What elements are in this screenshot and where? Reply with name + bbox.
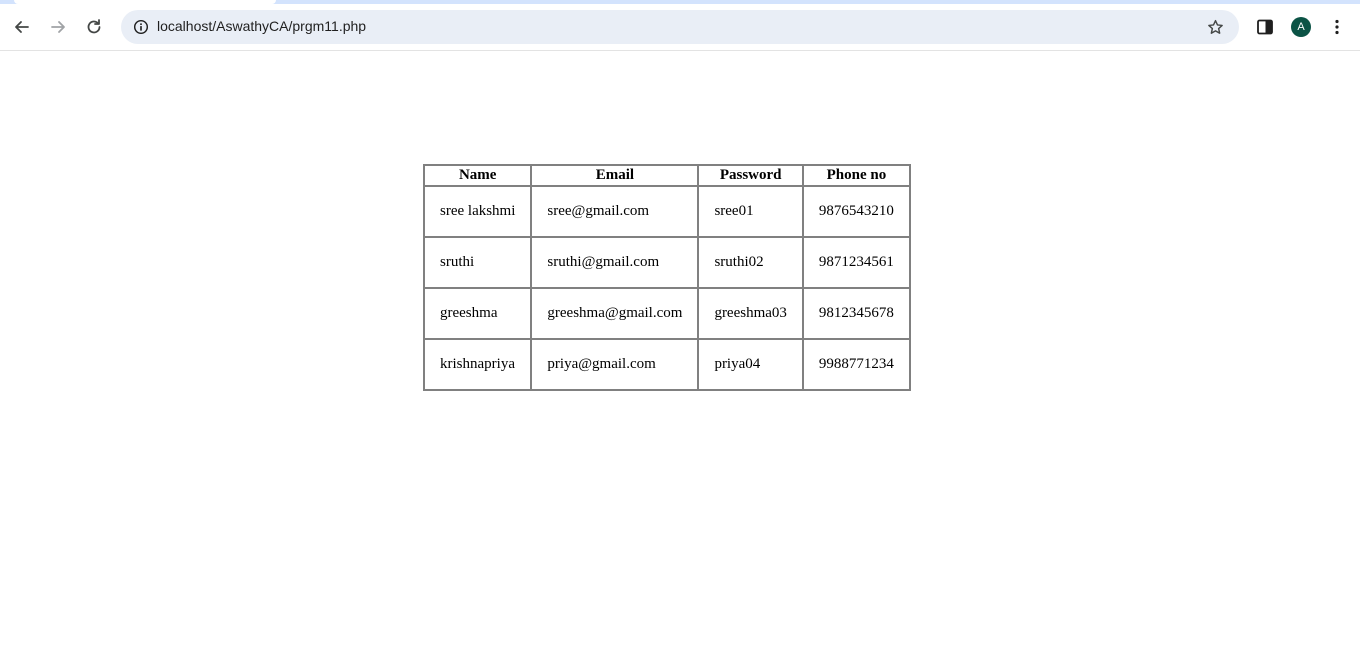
site-info-button[interactable]	[127, 13, 155, 41]
cell-name: krishnapriya	[424, 339, 532, 390]
table-row: sruthi sruthi@gmail.com sruthi02 9871234…	[424, 237, 910, 288]
header-name: Name	[424, 165, 532, 186]
cell-email: greeshma@gmail.com	[531, 288, 699, 339]
side-panel-button[interactable]	[1249, 11, 1281, 43]
cell-phone: 9988771234	[802, 339, 910, 390]
cell-email: sruthi@gmail.com	[531, 237, 699, 288]
cell-password: sruthi02	[698, 237, 803, 288]
profile-initial: A	[1297, 21, 1305, 33]
table-row: sree lakshmi sree@gmail.com sree01 98765…	[424, 186, 910, 237]
browser-menu-button[interactable]	[1321, 11, 1353, 43]
cell-password: priya04	[698, 339, 803, 390]
cell-email: sree@gmail.com	[531, 186, 699, 237]
info-icon	[133, 19, 149, 35]
star-icon	[1207, 19, 1223, 34]
address-bar[interactable]: localhost/AswathyCA/prgm11.php	[121, 10, 1239, 44]
cell-password: sree01	[698, 186, 803, 237]
cell-email: priya@gmail.com	[531, 339, 699, 390]
table-row: krishnapriya priya@gmail.com priya04 998…	[424, 339, 910, 390]
url-text[interactable]: localhost/AswathyCA/prgm11.php	[157, 18, 366, 34]
reload-button[interactable]	[78, 11, 110, 43]
side-panel-icon	[1257, 19, 1273, 35]
cell-name: sruthi	[424, 237, 532, 288]
table-header-row: Name Email Password Phone no	[424, 165, 910, 186]
arrow-left-icon	[15, 21, 29, 33]
cell-name: greeshma	[424, 288, 532, 339]
arrow-right-icon	[51, 21, 65, 33]
cell-name: sree lakshmi	[424, 186, 532, 237]
browser-toolbar: localhost/AswathyCA/prgm11.php A	[0, 4, 1360, 51]
profile-avatar[interactable]: A	[1291, 17, 1311, 37]
page-content: Name Email Password Phone no sree lakshm…	[0, 51, 1360, 670]
kebab-menu-icon	[1335, 19, 1339, 35]
back-button[interactable]	[6, 11, 38, 43]
cell-password: greeshma03	[698, 288, 803, 339]
cell-phone: 9871234561	[802, 237, 910, 288]
users-table: Name Email Password Phone no sree lakshm…	[423, 164, 911, 391]
bookmark-button[interactable]	[1201, 13, 1229, 41]
header-phone: Phone no	[802, 165, 910, 186]
cell-phone: 9812345678	[802, 288, 910, 339]
reload-icon	[87, 19, 101, 34]
header-password: Password	[698, 165, 803, 186]
table-row: greeshma greeshma@gmail.com greeshma03 9…	[424, 288, 910, 339]
header-email: Email	[531, 165, 699, 186]
forward-button[interactable]	[42, 11, 74, 43]
cell-phone: 9876543210	[802, 186, 910, 237]
